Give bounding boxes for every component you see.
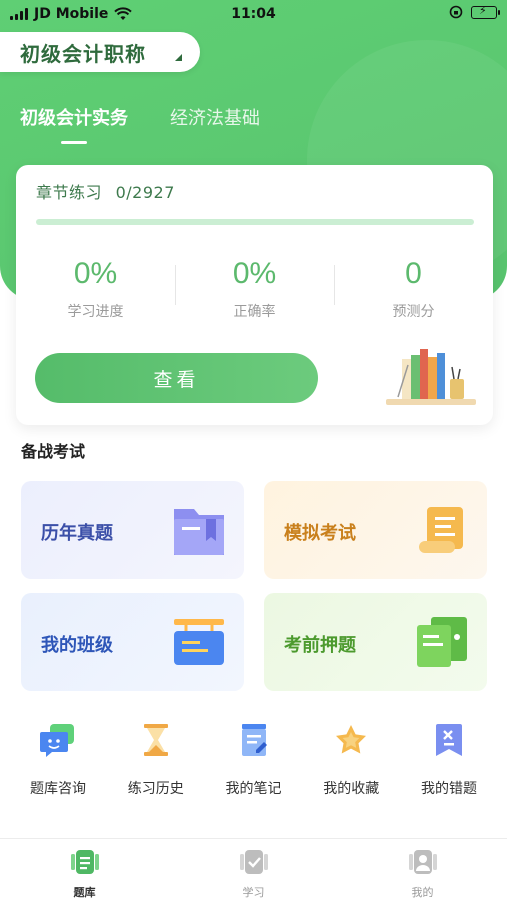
star-icon [336, 725, 367, 754]
nav-label: 我的 [411, 886, 434, 899]
chapter-practice-header[interactable]: 章节练习 0/2927 [36, 179, 175, 203]
nav-item-profile[interactable]: 我的 [338, 839, 507, 900]
mock-exam-label: 模拟考试 [284, 523, 356, 544]
tab-economic-law[interactable]: 经济法基础 [170, 104, 260, 144]
status-right: ⚡ [449, 4, 500, 19]
shortcut-history[interactable]: 练习历史 [110, 720, 202, 798]
nav-label: 学习 [242, 886, 265, 899]
stat-value: 0 [405, 257, 422, 290]
profile-icon [408, 850, 437, 874]
documents-icon [417, 617, 467, 667]
notes-icon [241, 724, 267, 756]
chapter-progress-bar [36, 219, 474, 225]
predicted-questions-label: 考前押题 [284, 635, 356, 656]
wrong-bookmark-icon [436, 724, 462, 756]
past-exams-card[interactable]: 历年真题 [21, 481, 244, 579]
subject-tabs: 初级会计实务 经济法基础 [20, 104, 260, 144]
tab-accounting-practice[interactable]: 初级会计实务 [20, 104, 128, 144]
past-exams-label: 历年真题 [41, 523, 113, 544]
question-bank-icon [70, 850, 99, 874]
rotation-lock-icon [449, 5, 463, 19]
stat-label: 学习进度 [67, 304, 124, 320]
nav-label: 题库 [73, 886, 96, 899]
stat-value: 0% [232, 257, 277, 290]
chapter-practice-count: 0/2927 [115, 183, 175, 202]
nav-item-study[interactable]: 学习 [169, 839, 338, 900]
shortcut-row: 题库咨询 练习历史 我的笔记 我的收藏 我的错题 [12, 720, 495, 798]
subject-selector[interactable]: 初级会计职称 [0, 32, 200, 72]
books-illustration-icon [386, 349, 476, 405]
shortcut-wrong-answers[interactable]: 我的错题 [403, 720, 495, 798]
status-time: 11:04 [231, 6, 276, 22]
study-icon [239, 850, 268, 874]
stat-study-progress: 0% 学习进度 [16, 257, 175, 337]
shortcut-notes[interactable]: 我的笔记 [208, 720, 300, 798]
view-button[interactable]: 查看 [35, 353, 318, 403]
stat-value: 0% [73, 257, 118, 290]
subject-title: 初级会计职称 [20, 41, 146, 66]
practice-card: 章节练习 0/2927 0% 学习进度 0% 正确率 0 预测分 查看 [16, 165, 493, 425]
shortcut-favorites[interactable]: 我的收藏 [305, 720, 397, 798]
scroll-icon [419, 507, 463, 553]
dropdown-triangle-icon [175, 54, 182, 61]
stat-predicted-score: 0 预测分 [334, 257, 493, 337]
bottom-nav: 题库 学习 我的 [0, 838, 507, 900]
battery-icon: ⚡ [471, 4, 500, 19]
predicted-questions-card[interactable]: 考前押题 [264, 593, 487, 691]
practice-stats: 0% 学习进度 0% 正确率 0 预测分 [16, 257, 493, 337]
chat-icon [40, 724, 74, 757]
status-bar: JD Mobile 11:04 ⚡ [0, 0, 507, 28]
stat-label: 正确率 [233, 304, 276, 320]
shortcut-label: 我的收藏 [323, 781, 380, 797]
chapter-practice-label: 章节练习 [36, 183, 103, 202]
shortcut-label: 我的错题 [421, 781, 477, 797]
mock-exam-card[interactable]: 模拟考试 [264, 481, 487, 579]
my-class-label: 我的班级 [41, 635, 113, 656]
exam-section-title: 备战考试 [21, 442, 86, 461]
shortcut-label: 题库咨询 [30, 781, 86, 797]
shortcut-label: 我的笔记 [225, 781, 282, 797]
folder-icon [174, 509, 224, 555]
nav-item-question-bank[interactable]: 题库 [0, 839, 169, 900]
shortcut-consult[interactable]: 题库咨询 [12, 720, 104, 798]
stat-label: 预测分 [392, 304, 435, 320]
signboard-icon [174, 619, 224, 665]
my-class-card[interactable]: 我的班级 [21, 593, 244, 691]
shortcut-label: 练习历史 [127, 781, 184, 797]
stat-accuracy: 0% 正确率 [175, 257, 334, 337]
hourglass-icon [143, 724, 168, 756]
